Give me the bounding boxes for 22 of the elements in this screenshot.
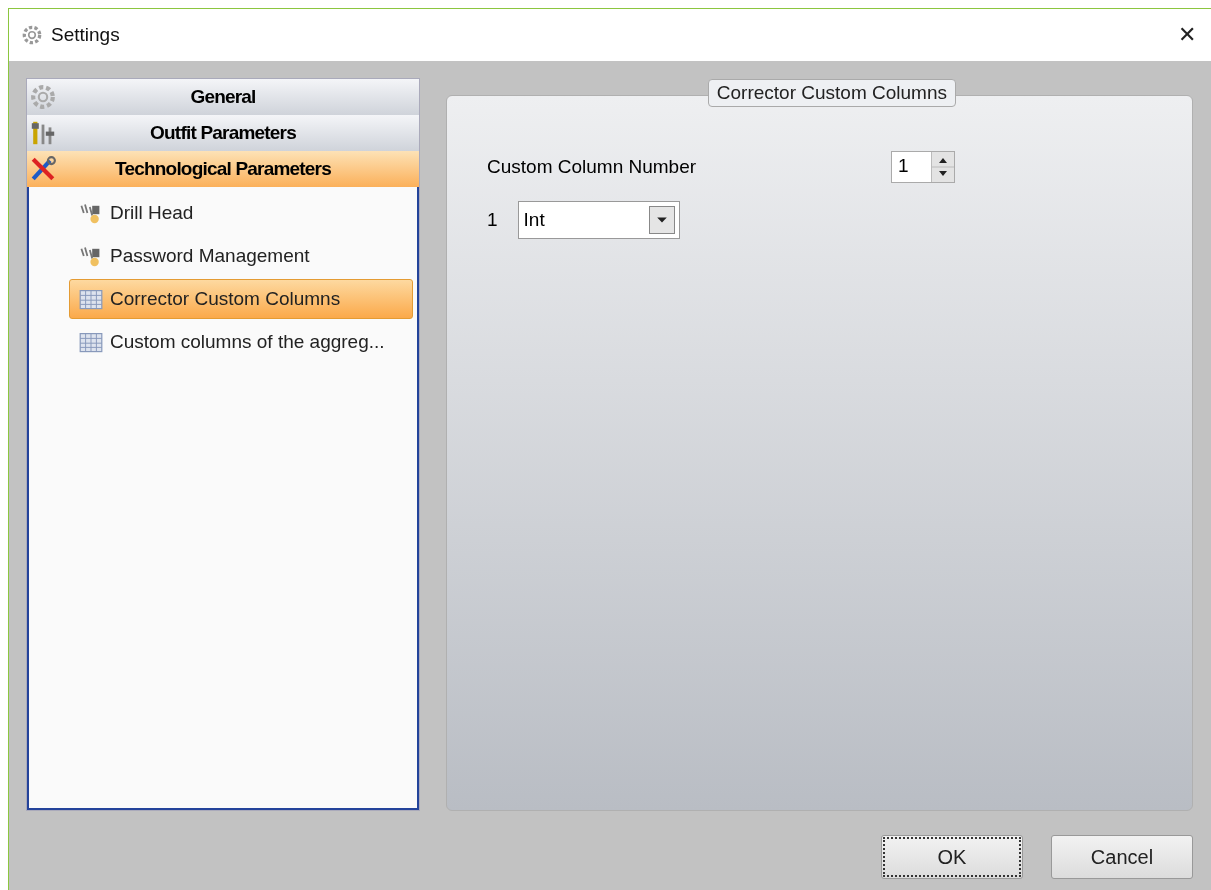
group-title: Corrector Custom Columns bbox=[707, 79, 956, 107]
column-index: 1 bbox=[487, 209, 498, 231]
section-header[interactable]: General bbox=[27, 79, 419, 115]
field-label: Custom Column Number bbox=[487, 156, 697, 178]
tree-item[interactable]: Custom columns of the aggreg... bbox=[69, 322, 413, 362]
tree-item[interactable]: Corrector Custom Columns bbox=[69, 279, 413, 319]
ok-button[interactable]: OK bbox=[881, 835, 1023, 879]
window-title: Settings bbox=[51, 24, 121, 46]
type-dropdown[interactable]: Int bbox=[517, 201, 680, 239]
tree-item[interactable]: Drill Head bbox=[69, 193, 413, 233]
spin-arrows-icon[interactable] bbox=[931, 152, 954, 182]
number-spinner[interactable]: 1 bbox=[891, 151, 955, 183]
tools-icon bbox=[29, 155, 57, 183]
settings-icon bbox=[21, 24, 43, 46]
section-header[interactable]: Outfit Parameters bbox=[27, 115, 419, 151]
cancel-button[interactable]: Cancel bbox=[1051, 835, 1193, 879]
section-header[interactable]: Technological Parameters bbox=[27, 151, 419, 187]
gear-icon bbox=[29, 83, 57, 111]
sliders-icon bbox=[29, 119, 57, 147]
close-button[interactable]: ✕ bbox=[1163, 15, 1211, 55]
caret-icon bbox=[648, 206, 675, 234]
tree-item[interactable]: Password Management bbox=[69, 236, 413, 276]
